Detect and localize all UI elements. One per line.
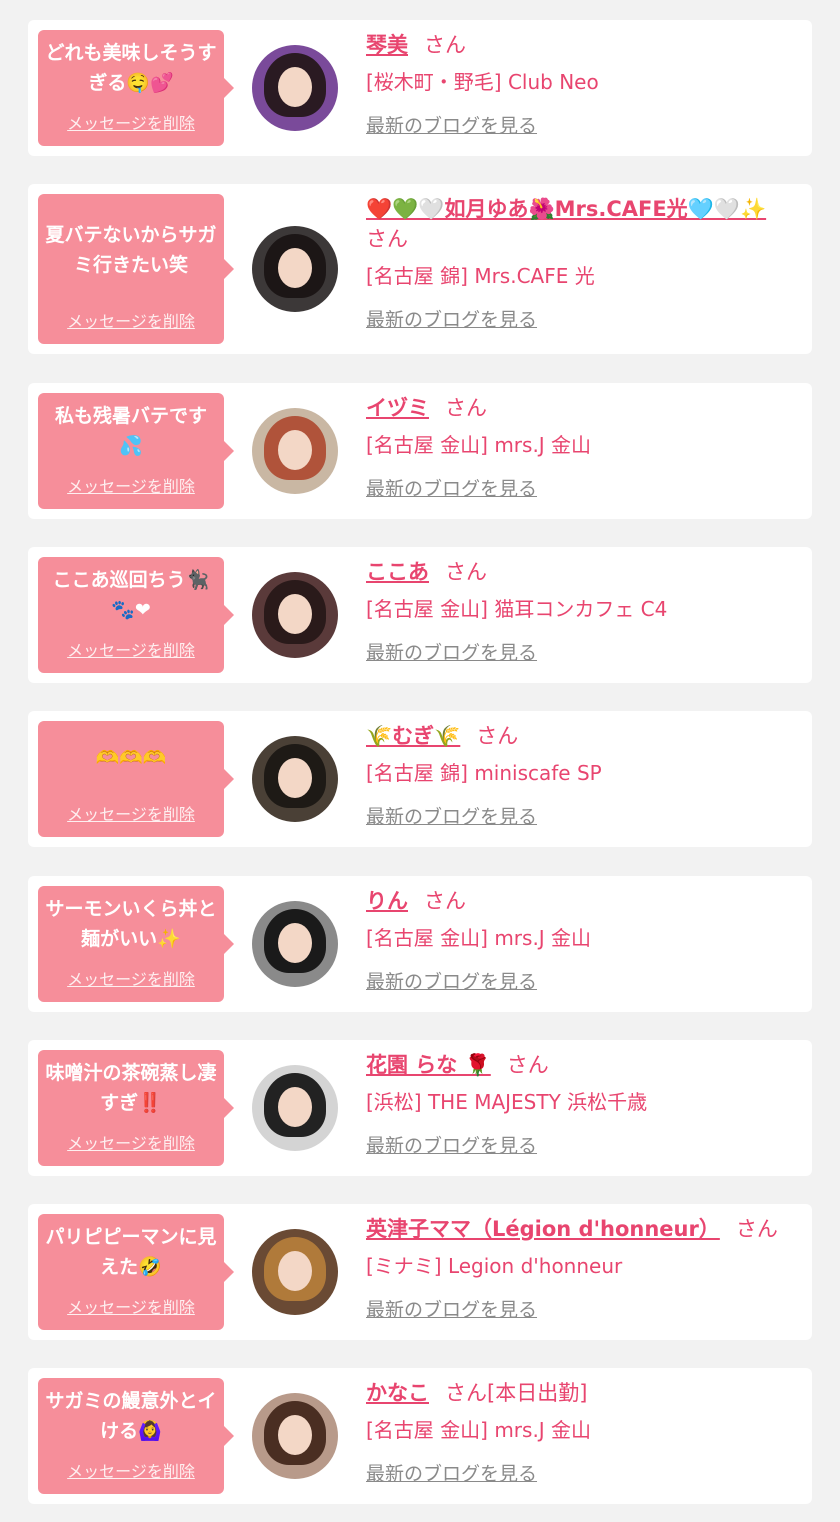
honorific: さん — [506, 1053, 549, 1077]
honorific: さん — [424, 889, 466, 913]
message-card: サーモンいくら丼と麺がいい✨ メッセージを削除 りん さん [名古屋 金山] mr… — [28, 876, 812, 1012]
cast-name-link[interactable]: 英津子ママ（Légion d'honneur） — [366, 1217, 720, 1241]
message-bubble: パリピピーマンに見えた🤣 メッセージを削除 — [38, 1214, 234, 1330]
honorific: さん — [445, 1381, 487, 1405]
avatar[interactable] — [252, 1065, 338, 1151]
message-bubble: どれも美味しそうすぎる🤤💕 メッセージを削除 — [38, 30, 234, 146]
latest-blog-link[interactable]: 最新のブログを見る — [366, 1133, 802, 1159]
avatar[interactable] — [252, 901, 338, 987]
name-line: ここあ さん — [366, 557, 802, 587]
message-card: サガミの鰻意外とイける🙆‍♀️ メッセージを削除 かなこ さん[本日出勤] [名古… — [28, 1368, 812, 1504]
message-text: 🫶🫶🫶 — [95, 747, 167, 769]
shop-name: [ミナミ] Legion d'honneur — [366, 1254, 623, 1278]
message-card: どれも美味しそうすぎる🤤💕 メッセージを削除 琴美 さん [桜木町・野毛] Clu… — [28, 20, 812, 156]
status-suffix: [本日出勤] — [487, 1381, 588, 1405]
message-bubble: サーモンいくら丼と麺がいい✨ メッセージを削除 — [38, 886, 234, 1002]
delete-message-link[interactable]: メッセージを削除 — [38, 1294, 224, 1318]
latest-blog-link[interactable]: 最新のブログを見る — [366, 1297, 802, 1323]
cast-name-link[interactable]: ❤️💚🤍如月ゆあ🌺Mrs.CAFE光🩵🤍✨ — [366, 197, 766, 221]
message-bubble: 🫶🫶🫶 メッセージを削除 — [38, 721, 234, 837]
delete-message-link[interactable]: メッセージを削除 — [38, 637, 224, 661]
latest-blog-link[interactable]: 最新のブログを見る — [366, 969, 802, 995]
message-card: 🫶🫶🫶 メッセージを削除 🌾むぎ🌾 さん [名古屋 錦] miniscafe SP… — [28, 711, 812, 847]
delete-message-link[interactable]: メッセージを削除 — [38, 1458, 224, 1482]
message-text: 私も残暑バテです💦 — [54, 405, 207, 457]
name-line: 🌾むぎ🌾 さん — [366, 721, 802, 751]
avatar[interactable] — [252, 736, 338, 822]
message-bubble: 私も残暑バテです💦 メッセージを削除 — [38, 393, 234, 509]
latest-blog-link[interactable]: 最新のブログを見る — [366, 804, 802, 830]
name-line: りん さん — [366, 886, 802, 916]
message-text: 味噌汁の茶碗蒸し凄すぎ‼️ — [45, 1062, 217, 1114]
message-bubble: 味噌汁の茶碗蒸し凄すぎ‼️ メッセージを削除 — [38, 1050, 234, 1166]
cast-name-link[interactable]: イヅミ — [366, 396, 429, 420]
shop-name: [名古屋 金山] mrs.J 金山 — [366, 1418, 592, 1442]
message-text: どれも美味しそうすぎる🤤💕 — [45, 42, 217, 94]
cast-name-link[interactable]: 琴美 — [366, 33, 408, 57]
message-text: パリピピーマンに見えた🤣 — [45, 1226, 217, 1278]
delete-message-link[interactable]: メッセージを削除 — [38, 966, 224, 990]
shop-name: [名古屋 錦] miniscafe SP — [366, 761, 602, 785]
delete-message-link[interactable]: メッセージを削除 — [38, 1130, 224, 1154]
cast-name-link[interactable]: ここあ — [366, 560, 429, 584]
message-card: 味噌汁の茶碗蒸し凄すぎ‼️ メッセージを削除 花園 らな 🌹 さん [浜松] TH… — [28, 1040, 812, 1176]
shop-name: [桜木町・野毛] Club Neo — [366, 70, 599, 94]
message-card: パリピピーマンに見えた🤣 メッセージを削除 英津子ママ（Légion d'hon… — [28, 1204, 812, 1340]
cast-name-link[interactable]: 花園 らな 🌹 — [366, 1053, 491, 1077]
latest-blog-link[interactable]: 最新のブログを見る — [366, 1461, 802, 1487]
message-bubble: サガミの鰻意外とイける🙆‍♀️ メッセージを削除 — [38, 1378, 234, 1494]
shop-name: [名古屋 金山] mrs.J 金山 — [366, 433, 592, 457]
shop-name: [浜松] THE MAJESTY 浜松千歳 — [366, 1090, 648, 1114]
latest-blog-link[interactable]: 最新のブログを見る — [366, 640, 802, 666]
name-line: ❤️💚🤍如月ゆあ🌺Mrs.CAFE光🩵🤍✨ さん — [366, 194, 802, 254]
message-card: 私も残暑バテです💦 メッセージを削除 イヅミ さん [名古屋 金山] mrs.J … — [28, 383, 812, 519]
delete-message-link[interactable]: メッセージを削除 — [38, 308, 224, 332]
name-line: かなこ さん[本日出勤] — [366, 1378, 802, 1408]
shop-name: [名古屋 金山] mrs.J 金山 — [366, 926, 592, 950]
message-text: ここあ巡回ちう🐈‍⬛🐾❤ — [52, 569, 210, 621]
message-bubble: 夏バテないからサガミ行きたい笑 メッセージを削除 — [38, 194, 234, 344]
name-line: 花園 らな 🌹 さん — [366, 1050, 802, 1080]
message-card: 夏バテないからサガミ行きたい笑 メッセージを削除 ❤️💚🤍如月ゆあ🌺Mrs.CA… — [28, 184, 812, 354]
message-text: 夏バテないからサガミ行きたい笑 — [45, 224, 217, 276]
honorific: さん — [476, 724, 519, 748]
avatar[interactable] — [252, 1229, 338, 1315]
delete-message-link[interactable]: メッセージを削除 — [38, 473, 224, 497]
latest-blog-link[interactable]: 最新のブログを見る — [366, 476, 802, 502]
message-text: サーモンいくら丼と麺がいい✨ — [45, 898, 217, 950]
latest-blog-link[interactable]: 最新のブログを見る — [366, 307, 802, 333]
honorific: さん — [445, 396, 487, 420]
name-line: 英津子ママ（Légion d'honneur） さん — [366, 1214, 802, 1244]
message-list: どれも美味しそうすぎる🤤💕 メッセージを削除 琴美 さん [桜木町・野毛] Clu… — [0, 0, 840, 1522]
avatar[interactable] — [252, 572, 338, 658]
cast-name-link[interactable]: 🌾むぎ🌾 — [366, 724, 460, 748]
message-bubble: ここあ巡回ちう🐈‍⬛🐾❤ メッセージを削除 — [38, 557, 234, 673]
shop-name: [名古屋 金山] 猫耳コンカフェ C4 — [366, 597, 668, 621]
cast-name-link[interactable]: りん — [366, 889, 408, 913]
name-line: 琴美 さん — [366, 30, 802, 60]
honorific: さん — [445, 560, 487, 584]
avatar[interactable] — [252, 226, 338, 312]
honorific: さん — [424, 33, 466, 57]
latest-blog-link[interactable]: 最新のブログを見る — [366, 113, 802, 139]
message-card: ここあ巡回ちう🐈‍⬛🐾❤ メッセージを削除 ここあ さん [名古屋 金山] 猫耳コ… — [28, 547, 812, 683]
avatar[interactable] — [252, 45, 338, 131]
delete-message-link[interactable]: メッセージを削除 — [38, 110, 224, 134]
avatar[interactable] — [252, 1393, 338, 1479]
honorific: さん — [735, 1217, 778, 1241]
delete-message-link[interactable]: メッセージを削除 — [38, 801, 224, 825]
name-line: イヅミ さん — [366, 393, 802, 423]
shop-name: [名古屋 錦] Mrs.CAFE 光 — [366, 264, 595, 288]
honorific: さん — [366, 227, 408, 251]
message-text: サガミの鰻意外とイける🙆‍♀️ — [45, 1390, 217, 1442]
avatar[interactable] — [252, 408, 338, 494]
cast-name-link[interactable]: かなこ — [366, 1381, 429, 1405]
